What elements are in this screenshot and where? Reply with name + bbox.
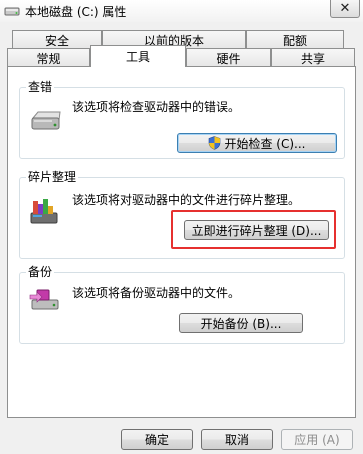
error-check-group-label: 查错 bbox=[26, 78, 55, 95]
backup-description: 该选项将备份驱动器中的文件。 bbox=[72, 286, 241, 300]
tab-label: 常规 bbox=[36, 51, 61, 66]
tab-panel-tools: 查错 该选项将检查驱动器中的错误。 开始检查 (C)... 碎片整理 该选项将对… bbox=[7, 66, 356, 418]
apply-button[interactable]: 应用 (A) bbox=[281, 429, 353, 450]
backup-group bbox=[19, 272, 345, 344]
tab-sharing[interactable]: 共享 bbox=[271, 48, 355, 67]
hard-drive-icon bbox=[31, 111, 61, 130]
ok-button[interactable]: 确定 bbox=[121, 429, 193, 450]
backup-group-label: 备份 bbox=[26, 263, 55, 280]
cancel-button[interactable]: 取消 bbox=[201, 429, 273, 450]
tab-general[interactable]: 常规 bbox=[7, 48, 90, 67]
start-backup-label: 开始备份 (B)... bbox=[200, 316, 282, 331]
close-button[interactable]: ✕ bbox=[330, 0, 360, 18]
cancel-label: 取消 bbox=[224, 433, 249, 447]
start-check-label: 开始检查 (C)... bbox=[224, 136, 306, 151]
drive-icon bbox=[4, 7, 20, 16]
tab-hardware[interactable]: 硬件 bbox=[186, 48, 271, 67]
tab-quota[interactable]: 配额 bbox=[246, 30, 344, 49]
title-bar: 本地磁盘 (C:) 属性 ✕ bbox=[0, 0, 363, 22]
apply-label: 应用 (A) bbox=[294, 433, 340, 447]
tab-label: 共享 bbox=[300, 51, 325, 66]
tab-label: 工具 bbox=[125, 50, 150, 64]
start-check-button[interactable]: 开始检查 (C)... bbox=[177, 133, 337, 153]
defrag-icon bbox=[30, 199, 58, 224]
tab-security[interactable]: 安全 bbox=[12, 30, 102, 49]
close-icon: ✕ bbox=[339, 1, 351, 16]
tab-tools[interactable]: 工具 bbox=[90, 45, 186, 67]
defrag-group-label: 碎片整理 bbox=[26, 168, 79, 185]
tab-label: 安全 bbox=[44, 33, 69, 48]
tab-label: 硬件 bbox=[216, 51, 241, 66]
error-check-description: 该选项将检查驱动器中的错误。 bbox=[72, 100, 241, 114]
uac-shield-icon bbox=[209, 136, 221, 150]
backup-icon bbox=[29, 289, 59, 310]
ok-label: 确定 bbox=[144, 433, 169, 447]
start-backup-button[interactable]: 开始备份 (B)... bbox=[179, 313, 303, 333]
highlight-box bbox=[171, 210, 336, 249]
defrag-description: 该选项将对驱动器中的文件进行碎片整理。 bbox=[72, 193, 301, 207]
window-title: 本地磁盘 (C:) 属性 bbox=[25, 5, 127, 19]
tab-label: 配额 bbox=[282, 33, 307, 48]
